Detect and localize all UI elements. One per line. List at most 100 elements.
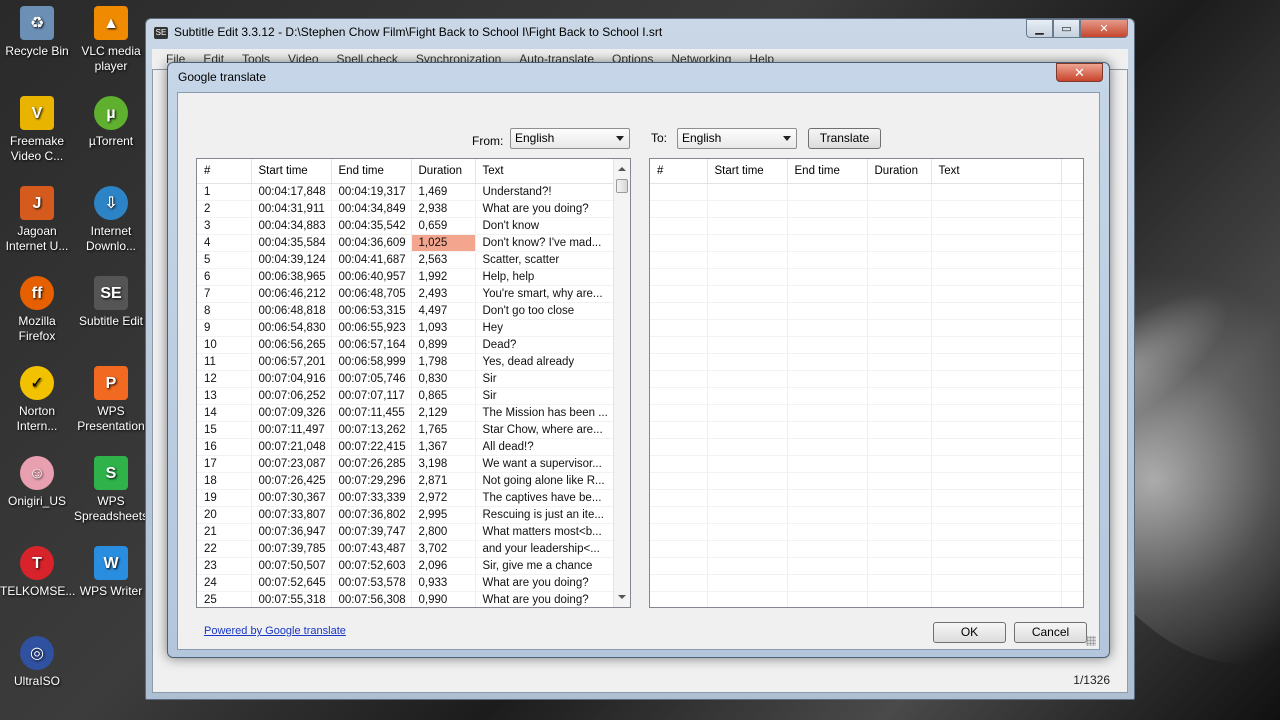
cancel-button[interactable]: Cancel bbox=[1014, 622, 1087, 643]
table-row[interactable] bbox=[650, 285, 1083, 303]
table-row[interactable]: 11 00:06:57,201 00:06:58,999 1,798 Yes, dead… bbox=[197, 353, 615, 371]
powered-by-google-link[interactable]: Powered by Google translate bbox=[204, 625, 346, 637]
desktop-icon-telkomsel[interactable]: T TELKOMSE... bbox=[0, 546, 75, 599]
desktop-icon-norton[interactable]: ✓ Norton Intern... bbox=[0, 366, 74, 434]
table-row[interactable]: 1 00:04:17,848 00:04:19,317 1,469 Understand… bbox=[197, 183, 615, 201]
row-start-time: 00:04:17,848 bbox=[251, 183, 332, 201]
table-row[interactable]: 20 00:07:33,807 00:07:36,802 2,995 Rescuing … bbox=[197, 506, 615, 524]
table-row[interactable] bbox=[650, 438, 1083, 456]
source-subtitle-grid[interactable]: # Start time End time Duration Text 1 00:… bbox=[196, 158, 631, 608]
table-row[interactable]: 22 00:07:39,785 00:07:43,487 3,702 and your … bbox=[197, 540, 615, 558]
table-row[interactable]: 25 00:07:55,318 00:07:56,308 0,990 What are … bbox=[197, 591, 615, 607]
table-row[interactable]: 14 00:07:09,326 00:07:11,455 2,129 The Missi… bbox=[197, 404, 615, 422]
ok-button[interactable]: OK bbox=[933, 622, 1006, 643]
table-row[interactable] bbox=[650, 489, 1083, 507]
empty-cell bbox=[650, 421, 708, 439]
table-row[interactable]: 9 00:06:54,830 00:06:55,923 1,093 Hey bbox=[197, 319, 615, 337]
table-row[interactable] bbox=[650, 302, 1083, 320]
table-row[interactable]: 21 00:07:36,947 00:07:39,747 2,800 What matt… bbox=[197, 523, 615, 541]
desktop-icon-firefox[interactable]: ff Mozilla Firefox bbox=[0, 276, 74, 344]
column-header-start-time[interactable]: Start time bbox=[707, 159, 788, 184]
empty-cell bbox=[650, 387, 708, 405]
table-row[interactable]: 18 00:07:26,425 00:07:29,296 2,871 Not going… bbox=[197, 472, 615, 490]
desktop-icon-onigiri[interactable]: ☺ Onigiri_US bbox=[0, 456, 74, 509]
table-row[interactable] bbox=[650, 591, 1083, 607]
table-row[interactable]: 17 00:07:23,087 00:07:26,285 3,198 We want a… bbox=[197, 455, 615, 473]
desktop-icon-idm[interactable]: ⇩ Internet Downlo... bbox=[74, 186, 148, 254]
maximize-button[interactable]: ▭ bbox=[1053, 19, 1080, 38]
table-row[interactable] bbox=[650, 200, 1083, 218]
table-row[interactable]: 24 00:07:52,645 00:07:53,578 0,933 What are … bbox=[197, 574, 615, 592]
table-row[interactable] bbox=[650, 251, 1083, 269]
desktop-icon-wps-spreadsheets[interactable]: S WPS Spreadsheets bbox=[74, 456, 148, 524]
table-row[interactable] bbox=[650, 336, 1083, 354]
column-header-number[interactable]: # bbox=[197, 159, 252, 184]
scroll-up-icon[interactable] bbox=[618, 167, 626, 171]
column-header-start-time[interactable]: Start time bbox=[251, 159, 332, 184]
table-row[interactable] bbox=[650, 472, 1083, 490]
table-row[interactable]: 23 00:07:50,507 00:07:52,603 2,096 Sir, give… bbox=[197, 557, 615, 575]
table-row[interactable] bbox=[650, 540, 1083, 558]
table-row[interactable] bbox=[650, 370, 1083, 388]
table-row[interactable] bbox=[650, 268, 1083, 286]
table-row[interactable]: 15 00:07:11,497 00:07:13,262 1,765 Star Chow… bbox=[197, 421, 615, 439]
column-header-duration[interactable]: Duration bbox=[411, 159, 476, 184]
table-row[interactable] bbox=[650, 183, 1083, 201]
desktop-icon-utorrent[interactable]: µ µTorrent bbox=[74, 96, 148, 149]
table-row[interactable] bbox=[650, 319, 1083, 337]
table-row[interactable]: 16 00:07:21,048 00:07:22,415 1,367 All dead!… bbox=[197, 438, 615, 456]
translate-button[interactable]: Translate bbox=[808, 128, 881, 149]
minimize-button[interactable]: ▁ bbox=[1026, 19, 1053, 38]
empty-cell bbox=[650, 234, 708, 252]
table-row[interactable] bbox=[650, 557, 1083, 575]
row-number: 25 bbox=[197, 591, 252, 607]
table-row[interactable] bbox=[650, 353, 1083, 371]
table-row[interactable]: 6 00:06:38,965 00:06:40,957 1,992 Help, help bbox=[197, 268, 615, 286]
table-row[interactable]: 8 00:06:48,818 00:06:53,315 4,497 Don't go t… bbox=[197, 302, 615, 320]
column-header-end-time[interactable]: End time bbox=[787, 159, 868, 184]
close-button[interactable]: ✕ bbox=[1080, 19, 1128, 38]
scroll-down-icon[interactable] bbox=[618, 595, 626, 599]
column-header-end-time[interactable]: End time bbox=[331, 159, 412, 184]
dialog-close-button[interactable]: ✕ bbox=[1056, 63, 1103, 82]
desktop-icon-jagoan[interactable]: J Jagoan Internet U... bbox=[0, 186, 74, 254]
table-row[interactable]: 10 00:06:56,265 00:06:57,164 0,899 Dead? bbox=[197, 336, 615, 354]
table-row[interactable]: 19 00:07:30,367 00:07:33,339 2,972 The capti… bbox=[197, 489, 615, 507]
desktop-icon-freemake[interactable]: V Freemake Video C... bbox=[0, 96, 74, 164]
table-row[interactable] bbox=[650, 506, 1083, 524]
table-row[interactable]: 12 00:07:04,916 00:07:05,746 0,830 Sir bbox=[197, 370, 615, 388]
column-header-text[interactable]: Text bbox=[931, 159, 1062, 184]
column-header-number[interactable]: # bbox=[650, 159, 708, 184]
desktop-icon-vlc[interactable]: ▲ VLC media player bbox=[74, 6, 148, 74]
desktop-icon-ultraiso[interactable]: ◎ UltraISO bbox=[0, 636, 74, 689]
table-row[interactable] bbox=[650, 455, 1083, 473]
to-language-select[interactable]: English bbox=[677, 128, 797, 149]
table-row[interactable]: 7 00:06:46,212 00:06:48,705 2,493 You're sma… bbox=[197, 285, 615, 303]
table-row[interactable] bbox=[650, 574, 1083, 592]
source-scrollbar[interactable] bbox=[613, 159, 630, 607]
table-row[interactable]: 2 00:04:31,911 00:04:34,849 2,938 What are y… bbox=[197, 200, 615, 218]
table-row[interactable] bbox=[650, 523, 1083, 541]
table-row[interactable] bbox=[650, 421, 1083, 439]
scroll-thumb[interactable] bbox=[616, 179, 628, 193]
from-language-select[interactable]: English bbox=[510, 128, 630, 149]
resize-grip[interactable] bbox=[1086, 636, 1096, 646]
column-header-text[interactable]: Text bbox=[475, 159, 615, 184]
desktop-icon-recycle-bin[interactable]: ♻ Recycle Bin bbox=[0, 6, 74, 59]
desktop-icon-wps-writer[interactable]: W WPS Writer bbox=[74, 546, 148, 599]
desktop-icon-wps-presentation[interactable]: P WPS Presentation bbox=[74, 366, 148, 434]
table-row[interactable] bbox=[650, 387, 1083, 405]
table-row[interactable]: 3 00:04:34,883 00:04:35,542 0,659 Don't know bbox=[197, 217, 615, 235]
table-row[interactable] bbox=[650, 234, 1083, 252]
empty-cell bbox=[707, 438, 788, 456]
row-duration: 2,938 bbox=[411, 200, 476, 218]
target-subtitle-grid[interactable]: # Start time End time Duration Text bbox=[649, 158, 1084, 608]
empty-cell bbox=[707, 336, 788, 354]
table-row[interactable] bbox=[650, 404, 1083, 422]
column-header-duration[interactable]: Duration bbox=[867, 159, 932, 184]
table-row[interactable] bbox=[650, 217, 1083, 235]
table-row[interactable]: 13 00:07:06,252 00:07:07,117 0,865 Sir bbox=[197, 387, 615, 405]
desktop-icon-subtitle-edit[interactable]: SE Subtitle Edit bbox=[74, 276, 148, 329]
table-row[interactable]: 5 00:04:39,124 00:04:41,687 2,563 Scatter, s… bbox=[197, 251, 615, 269]
table-row[interactable]: 4 00:04:35,584 00:04:36,609 1,025 Don't know… bbox=[197, 234, 615, 252]
